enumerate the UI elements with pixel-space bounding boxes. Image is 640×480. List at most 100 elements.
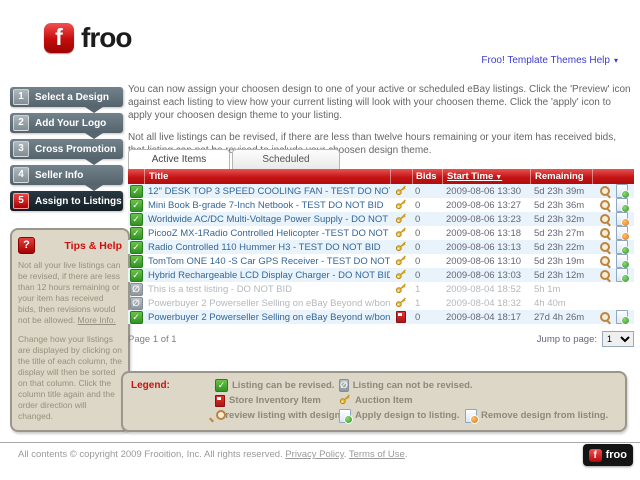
time-remaining: 5d 23h 27m <box>534 227 585 239</box>
start-time: 2009-08-06 13:30 <box>446 185 522 197</box>
auction-key-icon <box>395 296 407 311</box>
header-start-time[interactable]: Start Time <box>442 169 530 184</box>
listing-title[interactable]: Worldwide AC/DC Multi-Voltage Power Supp… <box>144 214 390 225</box>
terms-of-use-link[interactable]: Terms of Use <box>349 449 405 460</box>
step-add-your-logo[interactable]: 2 Add Your Logo <box>10 113 123 139</box>
copyright-text: All contents © copyright 2009 Frooition,… <box>18 449 283 460</box>
step-label: Cross Promotion <box>35 143 117 155</box>
step-label: Seller Info <box>35 169 84 181</box>
bids-count: 1 <box>415 283 421 295</box>
apply-design-icon[interactable] <box>615 240 630 255</box>
listing-title: This is a test listing - DO NOT BID <box>148 283 292 295</box>
table-row: Powerbuyer 2 Powerseller Selling on eBay… <box>128 310 634 325</box>
time-remaining: 5d 23h 22m <box>534 241 585 253</box>
check-icon <box>129 310 143 324</box>
legend-label: Legend: <box>131 380 170 391</box>
step-label: Select a Design <box>35 91 109 103</box>
check-icon <box>215 379 228 392</box>
header-remaining[interactable]: Remaining <box>530 169 592 184</box>
step-number: 3 <box>13 141 29 157</box>
header-actions <box>592 169 634 184</box>
step-label: Add Your Logo <box>35 117 107 129</box>
bids-count: 1 <box>415 297 421 309</box>
listings-table: Title Bids Start Time Remaining 12" DESK… <box>128 169 634 325</box>
step-cross-promotion[interactable]: 3 Cross Promotion <box>10 139 123 165</box>
step-nav: 1 Select a Design 2 Add Your Logo 3 Cros… <box>10 87 123 217</box>
footer-copyright: All contents © copyright 2009 Frooition,… <box>18 449 408 460</box>
bids-count: 0 <box>415 213 421 225</box>
bids-count: 0 <box>415 255 421 267</box>
tab-scheduled[interactable]: Scheduled <box>232 149 340 169</box>
time-remaining: 5d 23h 39m <box>534 185 585 197</box>
bids-count: 0 <box>415 311 421 323</box>
auction-key-icon <box>395 282 407 297</box>
sort-indicator: Start Time <box>447 171 502 182</box>
legend-remove: Remove design from listing. <box>465 408 617 424</box>
step-seller-info[interactable]: 4 Seller Info <box>10 165 123 191</box>
apply-design-icon[interactable] <box>615 254 630 269</box>
tips-help-title: Tips & Help <box>64 239 122 252</box>
table-row: This is a test listing - DO NOT BID 1 20… <box>128 282 634 296</box>
step-select-a-design[interactable]: 1 Select a Design <box>10 87 123 113</box>
footer-froo-badge[interactable]: f froo <box>582 444 633 466</box>
listing-title[interactable]: TomTom ONE 140 -S Car GPS Receiver - TES… <box>144 256 390 267</box>
header-type[interactable] <box>390 169 412 184</box>
store-inventory-icon <box>396 311 406 323</box>
header-status[interactable] <box>128 169 144 184</box>
apply-design-icon[interactable] <box>615 268 630 283</box>
remove-design-icon[interactable] <box>615 226 630 241</box>
legend-apply: Apply design to listing. <box>339 408 465 424</box>
listing-title[interactable]: PicooZ MX-1Radio Controlled Helicopter -… <box>144 228 390 239</box>
legend-text: Listing can be revised. <box>232 380 335 391</box>
listing-title: Powerbuyer 2 Powerseller Selling on eBay… <box>148 297 390 309</box>
auction-key-icon <box>395 240 407 255</box>
start-time: 2009-08-06 13:10 <box>446 255 522 267</box>
froo-logo-text: froo <box>81 22 132 53</box>
tab-active-items[interactable]: Active Items <box>128 149 230 169</box>
bids-count: 0 <box>415 241 421 253</box>
listing-title[interactable]: Mini Book B-grade 7-Inch Netbook - TEST … <box>144 200 390 211</box>
apply-design-icon[interactable] <box>615 198 630 213</box>
preview-icon[interactable] <box>599 213 612 226</box>
start-time: 2009-08-06 13:23 <box>446 213 522 225</box>
time-remaining: 5h 1m <box>534 283 561 295</box>
check-icon <box>129 198 143 212</box>
listing-title[interactable]: Radio Controlled 110 Hummer H3 - TEST DO… <box>144 242 390 253</box>
preview-icon[interactable] <box>599 185 612 198</box>
auction-key-icon <box>395 184 407 199</box>
auction-key-icon <box>339 393 351 408</box>
help-link-label: Froo! Template Themes Help <box>481 55 610 66</box>
legend-text: Listing can not be revised. <box>352 380 473 391</box>
step-assign-to-listings[interactable]: 5 Assign to Listings <box>10 191 123 211</box>
page-info: Page 1 of 1 <box>128 333 177 345</box>
listing-title[interactable]: Powerbuyer 2 Powerseller Selling on eBay… <box>144 312 390 323</box>
preview-icon[interactable] <box>599 311 612 324</box>
jump-to-page-select[interactable]: 1 <box>602 331 634 347</box>
preview-icon[interactable] <box>599 199 612 212</box>
preview-icon[interactable] <box>599 227 612 240</box>
preview-icon[interactable] <box>599 255 612 268</box>
bids-count: 0 <box>415 269 421 281</box>
time-remaining: 5d 23h 32m <box>534 213 585 225</box>
preview-icon[interactable] <box>599 269 612 282</box>
apply-design-icon[interactable] <box>615 184 630 199</box>
question-icon <box>18 237 35 254</box>
page: f froo Froo! Template Themes Help ▾ 1 Sel… <box>0 0 640 480</box>
time-remaining: 5d 23h 12m <box>534 269 585 281</box>
froo-logo[interactable]: f froo <box>44 22 132 54</box>
check-icon <box>129 184 143 198</box>
header-bids[interactable]: Bids <box>412 169 442 184</box>
more-info-link[interactable]: More Info. <box>78 315 116 325</box>
apply-design-icon[interactable] <box>615 310 630 325</box>
table-row: Mini Book B-grade 7-Inch Netbook - TEST … <box>128 198 634 213</box>
preview-icon[interactable] <box>599 241 612 254</box>
header-title[interactable]: Title <box>144 169 390 184</box>
privacy-policy-link[interactable]: Privacy Policy <box>285 449 343 460</box>
help-link[interactable]: Froo! Template Themes Help ▾ <box>481 55 618 66</box>
legend-preview: Preview listing with design. <box>215 409 343 422</box>
remove-design-icon[interactable] <box>615 212 630 227</box>
listing-title[interactable]: 12" DESK TOP 3 SPEED COOLING FAN - TEST … <box>144 186 390 197</box>
listing-title[interactable]: Hybrid Rechargeable LCD Display Charger … <box>144 270 390 281</box>
start-time: 2009-08-04 18:52 <box>446 283 522 295</box>
legend-can-revise: Listing can be revised. <box>215 379 339 392</box>
